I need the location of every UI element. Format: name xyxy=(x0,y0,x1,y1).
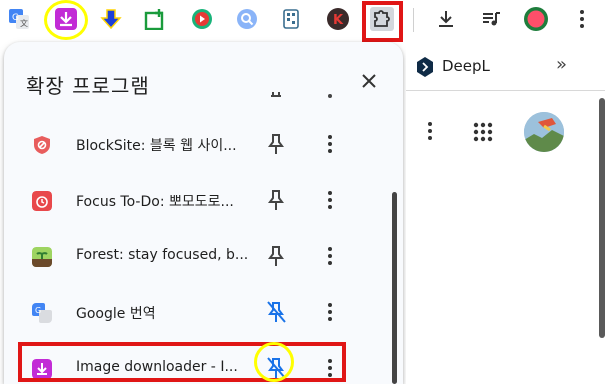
close-panel-button[interactable] xyxy=(357,69,381,93)
side-more-button[interactable] xyxy=(420,120,440,142)
extension-more-button[interactable] xyxy=(320,301,340,323)
extension-row-blocksite[interactable]: BlockSite: 블록 웹 사이... xyxy=(4,116,389,172)
blocksite-shield-icon xyxy=(34,136,50,154)
extension-name: Forest: stay focused, b... xyxy=(76,247,248,263)
more-vert-icon xyxy=(328,191,332,209)
forest-plant-icon xyxy=(32,247,52,267)
side-panel: DeepL » xyxy=(406,42,605,384)
toolbar-divider xyxy=(413,8,414,32)
side-panel-scrollbar[interactable] xyxy=(599,98,605,338)
more-vert-icon xyxy=(328,247,332,265)
download-icon[interactable] xyxy=(431,4,461,34)
extension-more-button[interactable] xyxy=(320,245,340,267)
add-square-ext-icon[interactable] xyxy=(140,4,170,34)
more-vert-icon xyxy=(328,135,332,153)
svg-text:K: K xyxy=(333,13,344,28)
extension-row-focus-todo[interactable]: Focus To-Do: 뽀모도로... xyxy=(4,172,389,228)
extension-row-forest[interactable]: Forest: stay focused, b... xyxy=(4,228,389,284)
pin-icon[interactable] xyxy=(266,189,286,211)
extension-name: BlockSite: 블록 웹 사이... xyxy=(76,138,237,154)
extension-name: Google 번역 xyxy=(76,306,156,322)
more-vert-icon xyxy=(328,303,332,321)
down-arrow-ext-icon[interactable] xyxy=(96,4,126,34)
yellow-highlight-ring-pin xyxy=(254,342,294,382)
partial-pin-icon xyxy=(271,92,281,97)
side-panel-divider xyxy=(406,90,605,91)
yellow-highlight-ring xyxy=(44,0,88,40)
pinned-icon[interactable] xyxy=(266,301,286,323)
expand-side-panel-button[interactable]: » xyxy=(556,54,567,75)
focus-todo-icon xyxy=(32,191,52,211)
close-icon xyxy=(362,74,376,88)
profile-avatar-icon[interactable] xyxy=(521,4,551,34)
extensions-panel: 확장 프로그램 BlockSite: 블록 웹 사이... Focus To-D… xyxy=(4,42,403,384)
svg-text:G: G xyxy=(35,306,41,315)
panel-title: 확장 프로그램 xyxy=(26,74,150,98)
extension-row-google-translate[interactable]: G Google 번역 xyxy=(4,284,389,340)
red-highlight-box-row xyxy=(18,342,346,382)
account-avatar[interactable] xyxy=(524,112,564,152)
google-translate-ext-icon[interactable]: G文 xyxy=(4,4,34,34)
deepl-logo-icon xyxy=(417,57,433,77)
video-play-ext-icon[interactable] xyxy=(187,4,217,34)
browser-toolbar: G文 K xyxy=(0,0,605,42)
svg-text:G: G xyxy=(12,13,19,23)
k-letter-ext-icon[interactable]: K xyxy=(323,4,353,34)
side-panel-title: DeepL xyxy=(442,57,490,75)
media-control-icon[interactable] xyxy=(476,4,506,34)
qr-code-ext-icon[interactable] xyxy=(276,4,306,34)
search-ext-icon[interactable] xyxy=(232,4,262,34)
extension-name: Focus To-Do: 뽀모도로... xyxy=(76,194,234,210)
extension-more-button[interactable] xyxy=(320,133,340,155)
apps-grid-button[interactable] xyxy=(472,121,494,143)
svg-text:文: 文 xyxy=(20,18,28,28)
browser-menu-icon[interactable] xyxy=(567,4,597,34)
apps-grid-icon xyxy=(473,122,493,142)
pin-icon[interactable] xyxy=(266,245,286,267)
partial-more-icon xyxy=(328,94,332,98)
panel-scrollbar[interactable] xyxy=(392,192,397,384)
extension-more-button[interactable] xyxy=(320,189,340,211)
red-highlight-box-extensions xyxy=(362,1,403,42)
pin-icon[interactable] xyxy=(266,133,286,155)
google-translate-icon: G xyxy=(32,303,52,323)
more-vert-icon xyxy=(428,122,432,140)
